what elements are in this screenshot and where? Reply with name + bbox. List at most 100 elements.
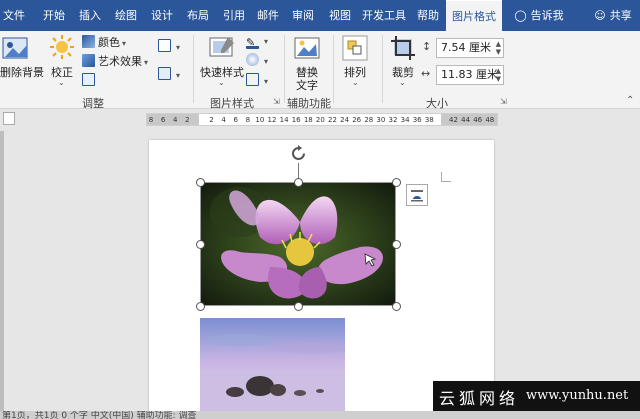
rotate-handle-icon[interactable] — [289, 144, 308, 163]
width-value: 11.83 厘米 — [441, 68, 498, 81]
tell-me-label: 告诉我 — [530, 9, 564, 22]
ribbon-separator — [333, 35, 334, 103]
crop-chevron-icon: ⌄ — [399, 78, 406, 87]
ruler-tick: 12 — [267, 116, 277, 124]
chevron-down-icon: ▾ — [264, 57, 269, 66]
ruler-tick: 32 — [388, 116, 398, 124]
tab-label: 文件 — [3, 9, 25, 22]
corrections-chevron-icon: ⌄ — [58, 78, 65, 87]
remove-background-icon — [2, 37, 28, 59]
picture-effects-button[interactable]: ▾ — [246, 53, 268, 67]
picture-border-button[interactable]: ✎ ▾ — [246, 34, 268, 49]
ruler-tick: 20 — [315, 116, 325, 124]
tab-10[interactable]: 开发工具 — [358, 0, 410, 31]
ruler-tick: 2 — [185, 116, 190, 124]
ruler-tick: 44 — [461, 116, 471, 124]
height-field[interactable]: 7.54 厘米 ▲ ▼ — [436, 38, 504, 58]
watermark-cn: 云狐网络 — [439, 389, 520, 408]
tab-0[interactable]: 文件 — [0, 0, 28, 31]
ribbon-separator — [382, 35, 383, 103]
pen-icon: ✎ — [246, 36, 259, 49]
horizontal-ruler[interactable]: 8 6 4 2 2 4 6 8 10 12 14 16 18 20 22 24 26 28 30 32 34 36 38 42… — [146, 113, 498, 126]
ruler-tick: 8 — [148, 116, 154, 124]
resize-handle-left[interactable] — [195, 239, 205, 249]
ruler-tick: 8 — [245, 116, 251, 124]
change-picture-button[interactable]: ▾ — [158, 39, 180, 53]
chevron-down-icon: ▾ — [122, 39, 127, 48]
seascape-image[interactable] — [200, 318, 345, 413]
tab-label: 开发工具 — [362, 9, 406, 22]
watermark: 云狐网络 www.yunhu.net — [433, 381, 640, 411]
share-button[interactable]: ☺ 共享 — [588, 0, 638, 31]
color-button[interactable]: 颜色 ▾ — [82, 34, 126, 50]
change-picture-icon — [158, 39, 171, 52]
chevron-down-icon: ▾ — [264, 77, 269, 86]
height-value: 7.54 厘米 — [441, 41, 491, 54]
ruler-tick: 28 — [364, 116, 374, 124]
compress-pictures-button[interactable] — [82, 73, 98, 87]
tab-12[interactable]: 图片格式 — [446, 0, 502, 31]
status-bar: 第1页，共1页 0 个字 中文(中国) 辅助功能: 调查 — [0, 411, 640, 419]
picture-layout-button[interactable]: ▾ — [246, 73, 268, 87]
resize-handle-top[interactable] — [293, 177, 303, 187]
effects-icon — [246, 53, 259, 66]
chevron-down-icon: ▾ — [144, 58, 149, 67]
resize-handle-bottom[interactable] — [293, 301, 303, 311]
ribbon-separator — [284, 35, 285, 103]
ribbon-tab-bar: 文件 开始 插入 绘图 设计 布局 引用 邮件 审阅 视图 开发工具 帮助 图片格式 ◯ 告诉我 ☺ 共享 — [0, 0, 640, 31]
ribbon-picture-format: 删除背景 校正 ⌄ 颜色 ▾ 艺术效果 ▾ ▾ ▾ 调整 快速样式 ⌄ ✎ ▾ … — [0, 31, 640, 110]
tab-label: 设计 — [151, 9, 173, 22]
tab-5[interactable]: 布局 — [180, 0, 216, 31]
size-dialog-launcher-icon[interactable]: ⇲ — [500, 97, 507, 106]
ruler-tick: 6 — [160, 116, 166, 124]
lotus-image[interactable] — [200, 182, 396, 306]
resize-handle-top-left[interactable] — [195, 177, 205, 187]
layout-options-button[interactable] — [406, 184, 428, 206]
tell-me-button[interactable]: ◯ 告诉我 — [508, 0, 570, 31]
arrange-chevron-icon: ⌄ — [352, 78, 359, 87]
tab-label: 审阅 — [292, 9, 314, 22]
tab-9[interactable]: 视图 — [322, 0, 358, 31]
ruler-tick: 4 — [172, 116, 178, 124]
left-scroll-strip — [0, 131, 4, 411]
artistic-effects-button[interactable]: 艺术效果 ▾ — [82, 53, 148, 69]
tab-label: 视图 — [329, 9, 351, 22]
chevron-down-icon: ▾ — [176, 43, 181, 52]
ruler-tick: 16 — [291, 116, 301, 124]
resize-handle-right[interactable] — [391, 239, 401, 249]
dialog-launcher-icon[interactable]: ⇲ — [273, 97, 280, 106]
tab-label: 引用 — [223, 9, 245, 22]
tab-11[interactable]: 帮助 — [410, 0, 446, 31]
resize-handle-bottom-left[interactable] — [195, 301, 205, 311]
layout-icon — [246, 73, 259, 86]
resize-handle-top-right[interactable] — [391, 177, 401, 187]
tab-selector[interactable] — [3, 112, 15, 125]
height-spinner-icon[interactable]: ▲ ▼ — [496, 40, 501, 56]
ruler-tick: 14 — [279, 116, 289, 124]
tab-7[interactable]: 邮件 — [252, 0, 284, 31]
chevron-down-icon: ▾ — [176, 71, 181, 80]
layout-options-icon — [411, 190, 423, 202]
tab-2[interactable]: 插入 — [72, 0, 108, 31]
tab-label: 绘图 — [115, 9, 137, 22]
ruler-tick: 48 — [485, 116, 495, 124]
tab-3[interactable]: 绘图 — [108, 0, 144, 31]
width-spinner-icon[interactable]: ▲ ▼ — [496, 67, 501, 83]
tab-4[interactable]: 设计 — [144, 0, 180, 31]
collapse-ribbon-icon[interactable]: ⌃ — [626, 95, 634, 106]
tab-label: 邮件 — [257, 9, 279, 22]
width-field[interactable]: 11.83 厘米 ▲ ▼ — [436, 65, 504, 85]
ruler-tick: 6 — [233, 116, 238, 124]
tab-6[interactable]: 引用 — [216, 0, 252, 31]
reset-picture-icon — [158, 67, 171, 80]
resize-handle-bottom-right[interactable] — [391, 301, 401, 311]
tab-8[interactable]: 审阅 — [284, 0, 322, 31]
quick-styles-icon — [209, 37, 234, 57]
tab-1[interactable]: 开始 — [36, 0, 72, 31]
ruler-tick: 22 — [328, 116, 337, 124]
alt-text-icon — [294, 37, 320, 59]
tab-label: 插入 — [79, 9, 101, 22]
ruler-tick: 10 — [255, 116, 265, 124]
person-icon: ☺ — [594, 9, 606, 22]
reset-picture-button[interactable]: ▾ — [158, 67, 180, 81]
